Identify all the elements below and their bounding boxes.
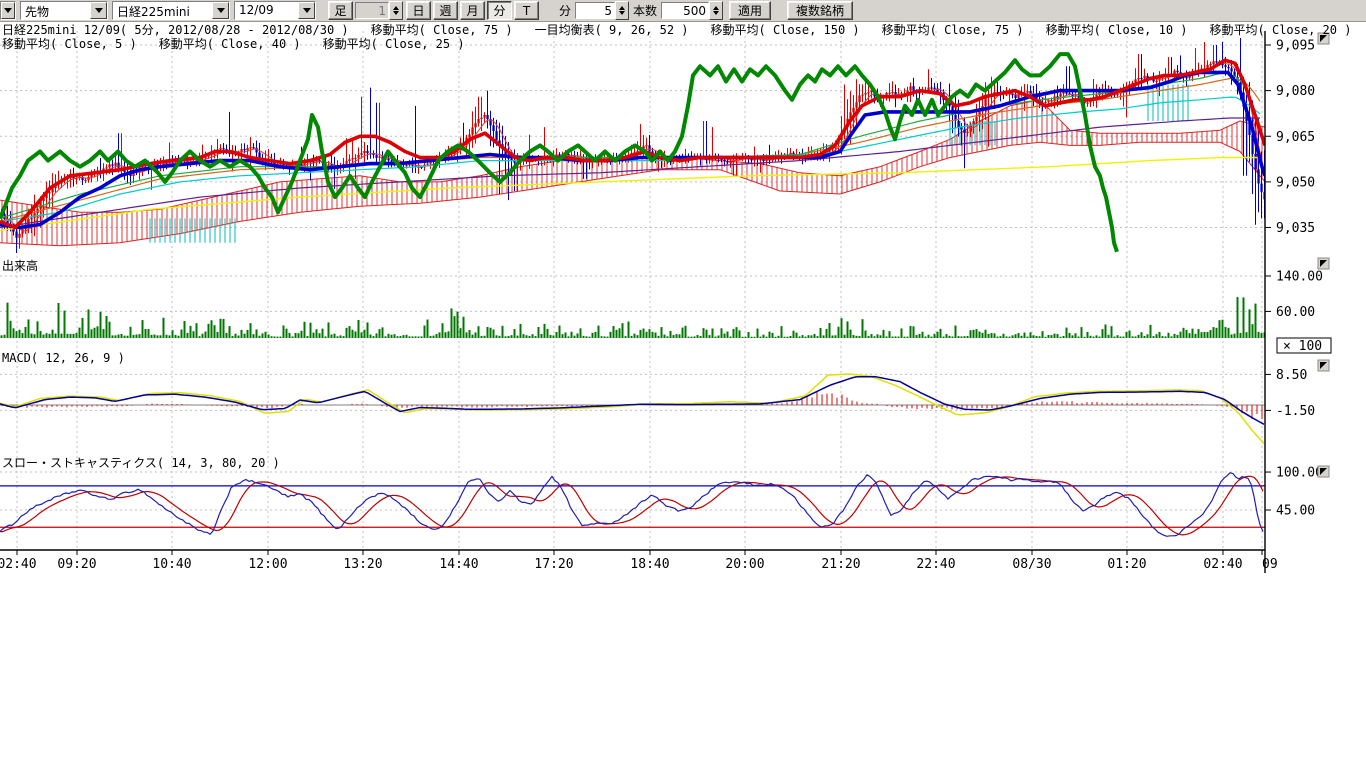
partial-combo[interactable] [0,1,16,20]
multi-symbol-button[interactable]: 複数銘柄 [787,1,853,20]
legend-item: 移動平均( Close, 20 ) [1210,23,1352,37]
ma150-line [0,158,1260,231]
x-axis-label: 21:20 [821,557,860,572]
macd-line [0,377,1264,425]
symbol-select[interactable]: 日経225mini [112,1,230,20]
legend-row-1: 日経225mini 12/09( 5分, 2012/08/28 - 2012/0… [2,24,1366,37]
contract-month-select[interactable]: 12/09 [234,1,316,20]
legend-item: 移動平均( Close, 150 ) [711,23,860,37]
period-button-2[interactable]: 週 [433,1,458,20]
instrument-type-value: 先物 [21,2,90,19]
x-axis-label: 09:20 [57,557,96,572]
y-axis-label: -1.50 [1276,404,1315,419]
x-axis-label: 09 [1262,557,1278,572]
y-axis-label: 9,080 [1276,84,1315,99]
stoch-pane-label: スロー・ストキャスティクス( 14, 3, 80, 20 ) [2,454,280,471]
period-button-4[interactable]: 分 [487,1,512,20]
legend-item: 移動平均( Close, 10 ) [1046,23,1188,37]
y-axis-label: 9,065 [1276,130,1315,145]
dropdown-arrow-icon[interactable] [212,2,229,19]
x-axis-label: 18:40 [630,557,669,572]
price-pane [0,38,1266,268]
legend-item: 移動平均( Close, 75 ) [882,23,1024,37]
grid [0,31,1265,550]
x-axis-label: 08/30 [1012,557,1051,572]
x-axis-label: 01:20 [1107,557,1146,572]
y-axis-label: 45.00 [1276,504,1315,519]
legend-item: 移動平均( Close, 5 ) [2,37,137,51]
x-axis-label: 02:40 [1203,557,1242,572]
bars-spinner[interactable] [709,1,723,20]
symbol-value: 日経225mini [113,2,212,19]
toolbar: 先物 日経225mini 12/09 足 1 日週月分T 分 5 本数 500 … [0,0,1366,22]
x-axis-label: 22:40 [916,557,955,572]
y-axis-label: 9,050 [1276,175,1315,190]
pane-resize-icon[interactable] [1318,258,1329,269]
ichimoku-cloud [2,100,1262,245]
dropdown-arrow-icon[interactable] [1,2,15,19]
y-axis-label: 100.00 [1276,466,1323,481]
legend-row-2: 移動平均( Close, 5 ) 移動平均( Close, 40 ) 移動平均( C… [2,38,487,51]
contract-month-value: 12/09 [235,2,298,19]
period-button-1[interactable]: 日 [406,1,431,20]
ashi-count-spinner[interactable] [389,1,403,20]
legend-item: 日経225mini 12/09( 5分, 2012/08/28 - 2012/0… [2,23,349,37]
minute-value-field[interactable]: 5 [575,2,615,19]
dropdown-arrow-icon[interactable] [298,2,315,19]
macd-pane-label: MACD( 12, 26, 9 ) [2,351,125,365]
period-button-3[interactable]: 月 [460,1,485,20]
stochastics-pane [0,473,1265,537]
axes: 9,095 9,080 9,065 9,050 9,035 140.00 60.00 8.50… [0,31,1331,573]
volume-pane [0,297,1266,338]
legend-item: 移動平均( Close, 25 ) [323,37,465,51]
x-axis-label: 14:40 [439,557,478,572]
chart-canvas[interactable]: 9,095 9,080 9,065 9,050 9,035 140.00 60.00 8.50… [0,0,1366,768]
legend-item: 一目均衡表( 9, 26, 52 ) [535,23,689,37]
stoch-d-line [0,476,1263,535]
bars-value-field[interactable]: 500 [661,2,709,19]
ashi-count-field[interactable]: 1 [355,2,389,19]
x-axis-label: 10:40 [152,557,191,572]
y-axis-label: 140.00 [1276,269,1323,284]
chart-app-window: 先物 日経225mini 12/09 足 1 日週月分T 分 5 本数 500 … [0,0,1366,768]
ashi-button[interactable]: 足 [328,1,353,20]
minute-spinner[interactable] [615,1,629,20]
legend-item: 移動平均( Close, 40 ) [159,37,301,51]
y-axis-label: 9,035 [1276,221,1315,236]
pane-resize-icon[interactable] [1318,360,1329,371]
macd-signal-line [0,374,1264,443]
period-button-5[interactable]: T [514,1,539,20]
bars-label: 本数 [629,2,661,19]
y-axis-label: 9,095 [1276,39,1315,54]
macd-pane [0,374,1265,443]
dropdown-arrow-icon[interactable] [90,2,107,19]
apply-button[interactable]: 適用 [729,1,771,20]
x-axis-label: 13:20 [343,557,382,572]
svg-text:× 100: × 100 [1283,339,1322,354]
instrument-type-select[interactable]: 先物 [20,1,108,20]
legend-item: 移動平均( Close, 75 ) [371,23,513,37]
x-axis-label: 12:00 [248,557,287,572]
volume-multiplier-box: × 100 [1277,338,1331,354]
y-axis-label: 8.50 [1276,368,1307,383]
minute-label: 分 [555,2,575,19]
x-axis-label: 20:00 [725,557,764,572]
pane-resize-icon[interactable] [1318,466,1329,477]
period-button-group: 日週月分T [406,1,541,20]
x-axis-label: 17:20 [534,557,573,572]
volume-pane-label: 出来高 [2,257,38,274]
y-axis-label: 60.00 [1276,305,1315,320]
x-axis-label: 02:40 [0,557,37,572]
